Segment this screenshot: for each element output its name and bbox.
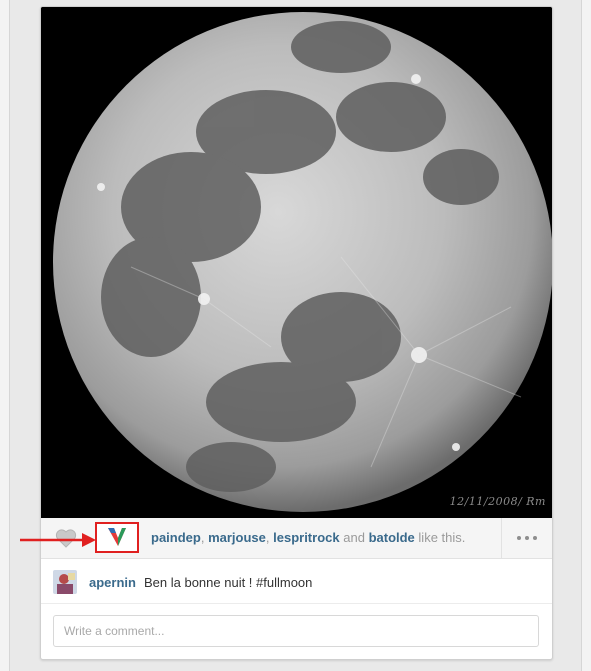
- photo-post-card: 12/11/2008/ Rm paindep, marjouse, lespri…: [40, 6, 553, 660]
- left-scroll-rail: [0, 0, 10, 671]
- likers-text: paindep, marjouse, lespritrock and batol…: [151, 530, 466, 545]
- caption-row: apernin Ben la bonne nuit ! #fullmoon: [41, 559, 552, 604]
- red-arrow-icon: [20, 533, 96, 547]
- right-scroll-rail: [581, 0, 591, 671]
- liker-link[interactable]: lespritrock: [273, 530, 339, 545]
- post-photo[interactable]: 12/11/2008/ Rm: [41, 7, 552, 518]
- liker-avatar[interactable]: [95, 522, 139, 553]
- liker-link[interactable]: paindep: [151, 530, 201, 545]
- liker-link[interactable]: batolde: [369, 530, 415, 545]
- caption-username[interactable]: apernin: [89, 575, 136, 590]
- comment-input[interactable]: Write a comment...: [53, 615, 539, 647]
- photo-date-stamp: 12/11/2008/ Rm: [449, 495, 546, 508]
- avatar[interactable]: [53, 570, 77, 594]
- likers-suffix: like this.: [418, 530, 466, 545]
- more-options-icon[interactable]: [501, 518, 552, 558]
- likes-bar: paindep, marjouse, lespritrock and batol…: [41, 518, 552, 559]
- liker-link[interactable]: marjouse: [208, 530, 266, 545]
- caption-text: Ben la bonne nuit ! #fullmoon: [144, 575, 313, 590]
- full-moon-image: [41, 7, 552, 518]
- likers-and: and: [343, 530, 365, 545]
